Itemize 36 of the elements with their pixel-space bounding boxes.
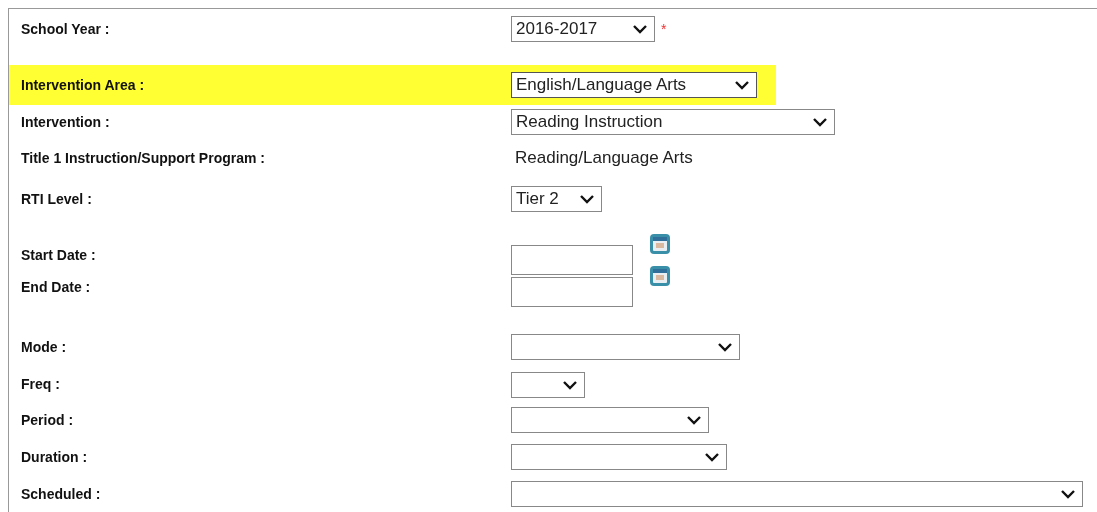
dropdown[interactable]: 2016-2017	[511, 16, 655, 42]
field-label: Duration :	[20, 447, 89, 467]
chevron-icon	[717, 342, 733, 352]
dropdown[interactable]	[511, 334, 740, 360]
field-label: Freq :	[20, 375, 61, 394]
chevron-icon	[812, 117, 828, 127]
chevron-icon	[704, 452, 720, 462]
field-label: School Year :	[20, 19, 111, 39]
chevron-icon	[686, 415, 702, 425]
chevron-icon	[632, 24, 648, 34]
dropdown[interactable]: Tier 2	[511, 186, 602, 212]
chevron-icon	[1060, 489, 1076, 499]
date-field[interactable]	[511, 245, 633, 275]
field-label: End Date :	[20, 277, 92, 297]
field-label: Intervention :	[20, 112, 111, 132]
chevron-icon	[562, 379, 578, 390]
calendar-icon[interactable]	[649, 233, 671, 255]
field-label: Mode :	[20, 337, 68, 357]
field-value: Reading/Language Arts	[514, 147, 693, 170]
chevron-icon	[579, 194, 595, 204]
dropdown[interactable]	[511, 444, 727, 470]
field-label: RTI Level :	[20, 189, 93, 209]
required-marker: *	[661, 19, 667, 39]
dropdown[interactable]	[511, 407, 709, 433]
field-label: Period :	[20, 410, 75, 430]
chevron-icon	[734, 80, 750, 90]
field-label: Start Date :	[20, 245, 97, 265]
calendar-icon[interactable]	[649, 265, 671, 287]
field-label: Scheduled :	[20, 484, 102, 504]
dropdown[interactable]: Reading Instruction	[511, 109, 835, 135]
dropdown[interactable]	[511, 481, 1083, 507]
dropdown[interactable]: English/Language Arts	[511, 72, 757, 98]
field-label: Title 1 Instruction/Support Program :	[20, 148, 266, 168]
date-field[interactable]	[511, 277, 633, 307]
dropdown[interactable]	[511, 371, 585, 398]
field-label: Intervention Area :	[20, 75, 146, 95]
